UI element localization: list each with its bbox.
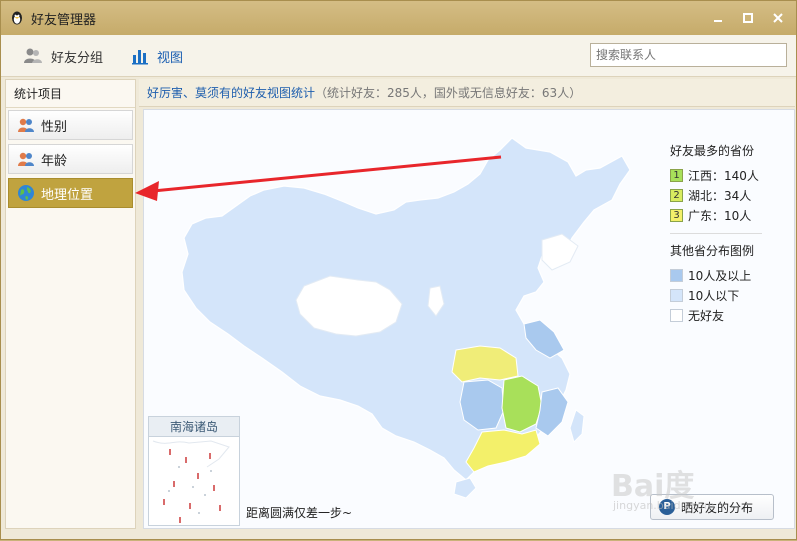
stats-title: 好厉害、莫须有的好友视图统计 <box>147 86 316 100</box>
bottom-note: 距离圆满仅差一步~ <box>246 506 353 520</box>
legend-top-item-text: 湖北：34人 <box>688 188 752 203</box>
south-china-sea-inset: 南海诸岛 <box>148 416 240 526</box>
toolbar: 好友分组 视图 <box>1 35 796 77</box>
sidebar-item-label: 性别 <box>41 119 68 135</box>
legend-top-title: 好友最多的省份 <box>670 144 755 158</box>
legend-swatch <box>670 288 683 302</box>
rank-badge: 1 <box>670 168 683 182</box>
title-bar: 好友管理器 <box>1 1 796 35</box>
jiangxi-region <box>501 375 543 433</box>
bar-chart-icon <box>132 50 148 65</box>
share-button-label: 晒好友的分布 <box>681 500 754 515</box>
legend-other-item: 10人以下 <box>670 285 780 305</box>
legend-swatch <box>670 308 683 322</box>
share-p-icon: P <box>659 499 675 515</box>
sidebar-item-label: 地理位置 <box>41 187 94 203</box>
legend-top-item: 3 广东：10人 <box>670 205 780 225</box>
legend-other-item-text: 10人及以上 <box>688 268 752 283</box>
share-distribution-button[interactable]: P 晒好友的分布 <box>650 494 774 520</box>
users-icon <box>24 48 42 63</box>
stats-sidebar: 统计项目 性别 年龄 地理位置 <box>5 79 136 529</box>
view-label: 视图 <box>157 50 184 66</box>
map-legend: 好友最多的省份 1 江西：140人 2 湖北：34人 3 广东：10人 其他省分… <box>670 142 780 325</box>
window-controls <box>710 10 786 26</box>
legend-divider <box>670 233 762 234</box>
friend-manager-window: 好友管理器 好友分组 视图 搜索联系人 统计项目 性别 年龄 地理位置 好厉害、… <box>0 0 797 540</box>
inset-title: 南海诸岛 <box>149 417 239 437</box>
sidebar-item-gender[interactable]: 性别 <box>8 110 133 140</box>
legend-other-item: 无好友 <box>670 305 780 325</box>
minimize-icon <box>714 20 722 22</box>
stats-subtitle: （统计好友：285人，国外或无信息好友：63人） <box>315 86 582 100</box>
legend-other-item-text: 10人以下 <box>688 288 740 303</box>
legend-top-item-text: 江西：140人 <box>688 168 759 183</box>
rank-badge: 2 <box>670 188 683 202</box>
sidebar-item-location[interactable]: 地理位置 <box>8 178 133 208</box>
window-title: 好友管理器 <box>31 12 97 28</box>
sidebar-header: 统计项目 <box>6 80 135 108</box>
view-tab[interactable]: 视图 <box>131 35 183 77</box>
legend-other-title: 其他省分布图例 <box>670 244 755 258</box>
liaoning-region <box>541 233 579 271</box>
qq-penguin-icon <box>12 11 22 25</box>
legend-other-item-text: 无好友 <box>688 308 725 323</box>
close-icon <box>773 13 783 23</box>
people-icon <box>18 118 34 132</box>
people-icon <box>18 152 34 166</box>
legend-other-item: 10人及以上 <box>670 265 780 285</box>
legend-top-item: 2 湖北：34人 <box>670 185 780 205</box>
stats-header: 好厉害、莫须有的好友视图统计（统计好友：285人，国外或无信息好友：63人） <box>139 79 795 107</box>
sidebar-item-label: 年龄 <box>41 153 68 169</box>
sidebar-item-age[interactable]: 年龄 <box>8 144 133 174</box>
china-outline <box>181 137 631 481</box>
hainan-region <box>453 477 477 499</box>
friends-group-tab[interactable]: 好友分组 <box>23 35 103 77</box>
legend-top-item: 1 江西：140人 <box>670 165 780 185</box>
legend-top-item-text: 广东：10人 <box>688 208 752 223</box>
maximize-button[interactable] <box>740 10 756 26</box>
minimize-button[interactable] <box>710 10 726 26</box>
friends-group-label: 好友分组 <box>51 50 104 66</box>
taiwan-region <box>569 409 585 443</box>
maximize-icon <box>743 13 753 23</box>
rank-badge: 3 <box>670 208 683 222</box>
globe-icon <box>18 185 34 201</box>
inset-map <box>152 440 230 523</box>
legend-swatch <box>670 268 683 282</box>
close-button[interactable] <box>770 10 786 26</box>
search-contacts-input[interactable] <box>590 43 787 67</box>
map-panel: 好友最多的省份 1 江西：140人 2 湖北：34人 3 广东：10人 其他省分… <box>143 109 795 529</box>
